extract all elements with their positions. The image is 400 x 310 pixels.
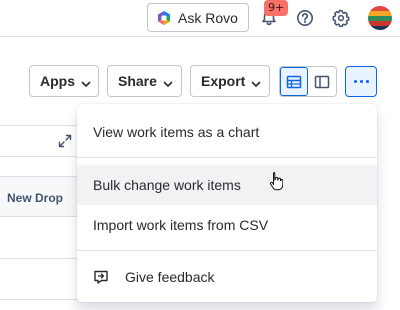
table-toolbar-cell [0, 125, 82, 157]
chevron-down-icon [163, 76, 173, 87]
menu-item-label: Give feedback [125, 269, 215, 285]
menu-divider [77, 157, 377, 158]
column-header-label: New Drop [7, 191, 64, 205]
table-view-icon [286, 74, 302, 90]
menu-item-view-as-chart[interactable]: View work items as a chart [77, 112, 377, 152]
export-label: Export [201, 73, 246, 89]
gear-icon [332, 9, 350, 27]
help-button[interactable] [294, 7, 316, 29]
menu-item-label: Import work items from CSV [93, 217, 269, 233]
table-row-divider [0, 258, 80, 259]
feedback-icon [93, 269, 109, 285]
expand-icon[interactable] [58, 134, 72, 148]
menu-item-label: View work items as a chart [93, 124, 260, 140]
export-dropdown-button[interactable]: Export [190, 65, 270, 97]
menu-item-give-feedback[interactable]: Give feedback [77, 257, 377, 297]
notification-count-badge: 9+ [264, 0, 289, 16]
detail-view-button[interactable] [308, 67, 336, 96]
apps-label: Apps [40, 73, 75, 89]
table-row-divider [0, 299, 80, 300]
settings-button[interactable] [330, 7, 352, 29]
rovo-logo-icon [156, 10, 172, 26]
share-dropdown-button[interactable]: Share [107, 65, 182, 97]
help-icon [296, 9, 314, 27]
menu-item-bulk-change[interactable]: Bulk change work items [77, 165, 377, 205]
hand-pointer-cursor-icon [269, 171, 284, 191]
view-toggle [279, 66, 337, 97]
menu-item-import-csv[interactable]: Import work items from CSV [77, 205, 377, 245]
ask-rovo-label: Ask Rovo [178, 9, 238, 26]
menu-divider [77, 250, 377, 251]
more-actions-menu: View work items as a chart Bulk change w… [77, 104, 377, 302]
chevron-down-icon [251, 76, 261, 87]
ask-rovo-button[interactable]: Ask Rovo [147, 3, 249, 32]
share-label: Share [118, 73, 157, 89]
split-view-icon [314, 74, 330, 90]
top-navigation-bar: Ask Rovo 9+ [0, 0, 400, 37]
apps-dropdown-button[interactable]: Apps [29, 65, 99, 97]
column-header-new-drop[interactable]: New Drop [0, 176, 82, 217]
more-icon [353, 80, 357, 83]
more-actions-button[interactable] [345, 66, 377, 97]
menu-item-label: Bulk change work items [93, 177, 241, 193]
user-avatar[interactable] [368, 6, 392, 30]
list-view-button[interactable] [280, 67, 309, 96]
chevron-down-icon [81, 76, 91, 87]
